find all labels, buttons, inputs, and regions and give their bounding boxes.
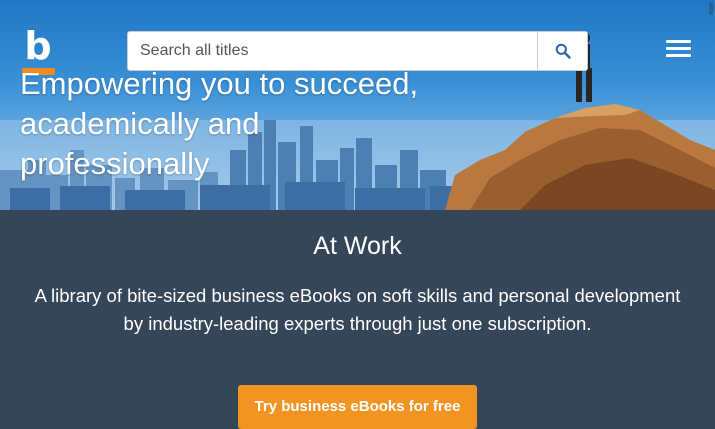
hero-headline-line-2: academically and [20,106,260,141]
search-icon [555,43,571,59]
scrollbar-thumb[interactable] [709,2,713,15]
section-title: At Work [313,232,402,260]
logo-letter: b [24,24,52,68]
try-business-ebooks-button[interactable]: Try business eBooks for free [238,385,477,429]
search-button[interactable] [537,32,587,70]
hero-headline-line-1: Empowering you to succeed, [20,66,419,101]
hamburger-menu-icon[interactable] [666,38,692,60]
hero-headline-line-3: professionally [20,146,210,181]
section-description: A library of bite-sized business eBooks … [34,285,681,334]
hero-headline: Empowering you to succeed, academically … [20,64,460,184]
